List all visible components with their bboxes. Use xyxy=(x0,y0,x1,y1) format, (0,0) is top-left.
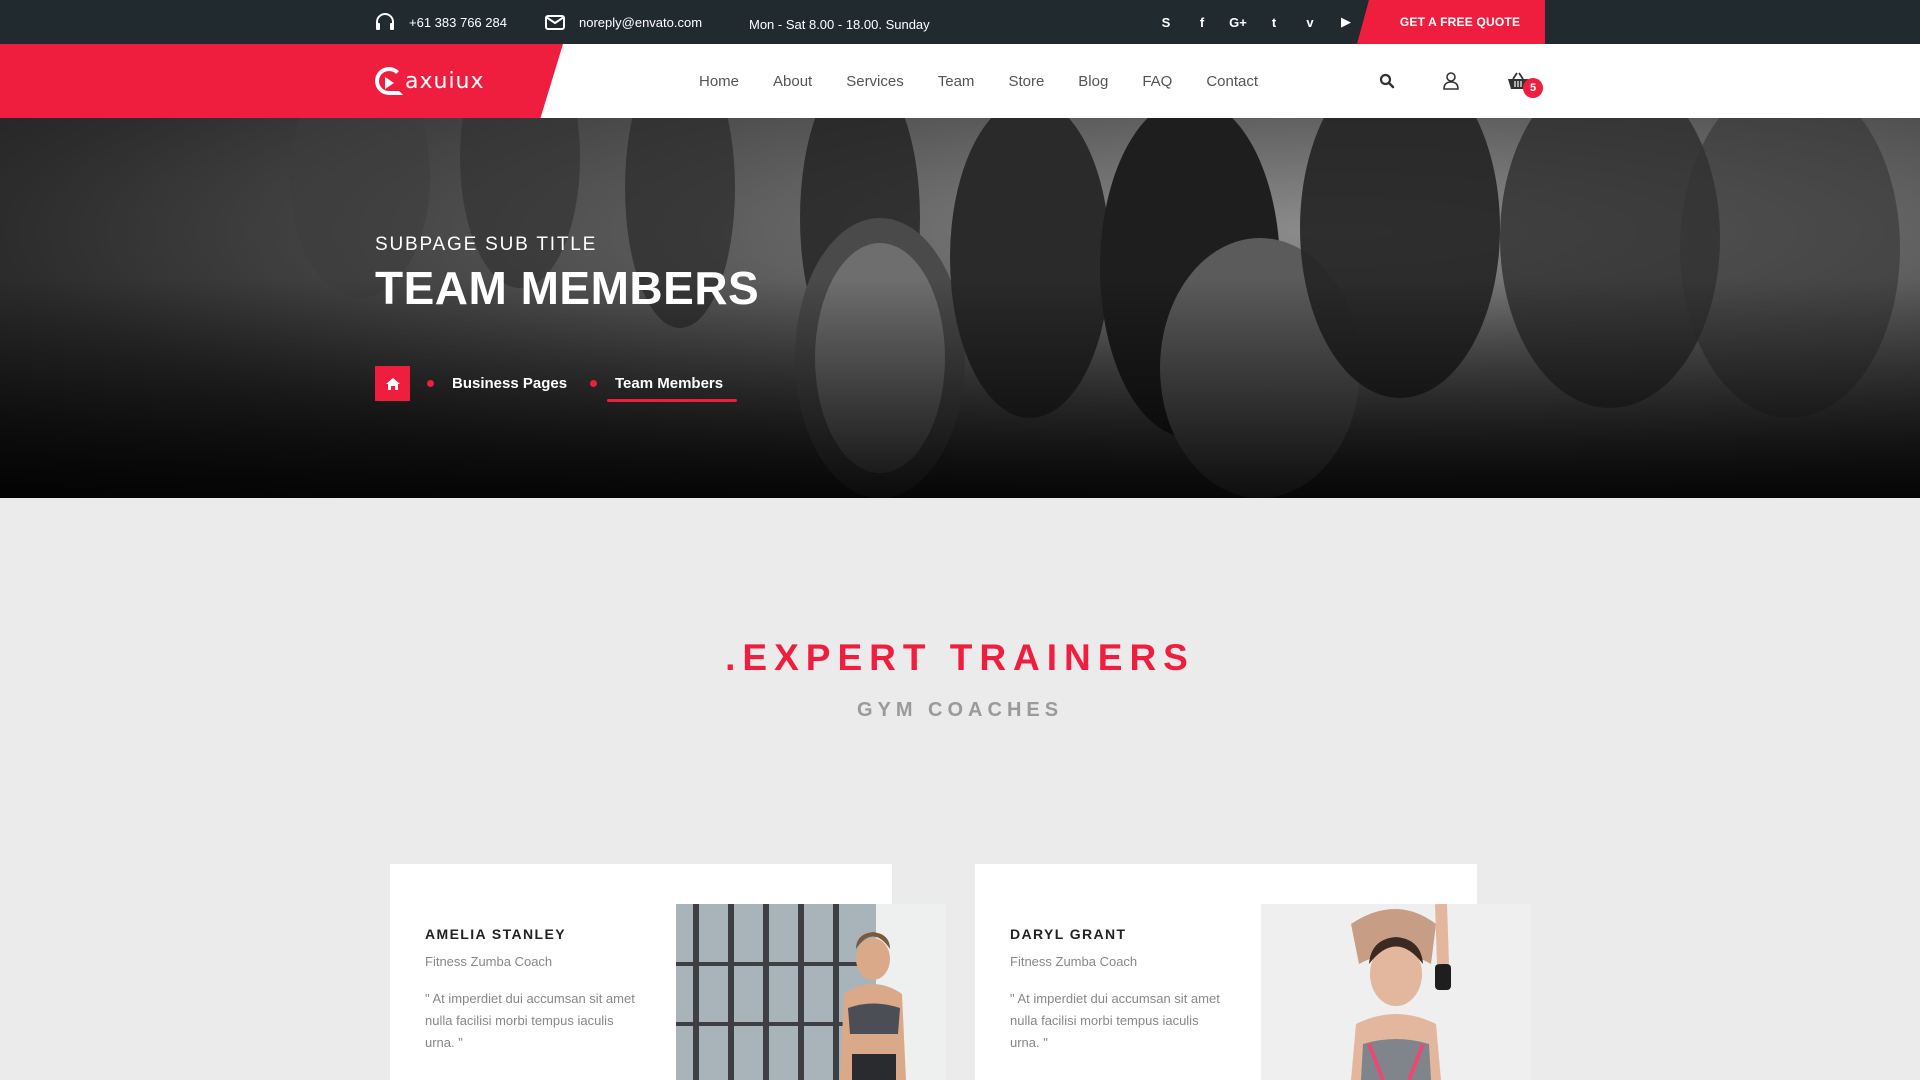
nav-item-contact[interactable]: Contact xyxy=(1206,73,1258,90)
opening-hours: Mon - Sat 8.00 - 18.00. Sunday xyxy=(749,16,930,32)
trainer-quote: " At imperdiet dui accumsan sit amet nul… xyxy=(425,991,635,1050)
home-icon xyxy=(385,377,400,390)
nav-item-faq[interactable]: FAQ xyxy=(1142,73,1172,90)
cart-count-badge: 5 xyxy=(1523,78,1543,98)
social-links: S f G+ t v ▶ xyxy=(1148,0,1364,44)
logo-mark-icon xyxy=(375,67,403,95)
nav-item-about[interactable]: About xyxy=(773,73,812,90)
twitter-icon[interactable]: t xyxy=(1256,0,1292,44)
trainer-role: Fitness Zumba Coach xyxy=(425,954,553,969)
trainer-name: DARYL GRANT xyxy=(1010,926,1127,942)
nav-item-team[interactable]: Team xyxy=(938,73,975,90)
section-title: .EXPERT TRAINERS xyxy=(725,637,1195,678)
breadcrumb-label: Team Members xyxy=(615,375,724,392)
page-hero: SUBPAGE SUB TITLE TEAM MEMBERS Business … xyxy=(0,118,1920,498)
phone-contact[interactable]: +61 383 766 284 xyxy=(375,0,507,44)
section-subtitle: GYM COACHES xyxy=(856,699,1064,721)
free-quote-button[interactable]: GET A FREE QUOTE xyxy=(1357,0,1545,44)
phone-number: +61 383 766 284 xyxy=(409,14,507,30)
breadcrumb-label: Business Pages xyxy=(452,375,568,392)
nav-item-store[interactable]: Store xyxy=(1008,73,1044,90)
user-icon[interactable] xyxy=(1439,69,1463,93)
trainer-quote: " At imperdiet dui accumsan sit amet nul… xyxy=(1010,991,1220,1050)
logo[interactable]: axuiux xyxy=(375,62,485,100)
trainer-photo xyxy=(676,904,946,1080)
google-plus-icon[interactable]: G+ xyxy=(1220,0,1256,44)
breadcrumb-dot xyxy=(427,380,434,387)
skype-icon[interactable]: S xyxy=(1148,0,1184,44)
search-icon[interactable] xyxy=(1375,69,1399,93)
email-address: noreply@envato.com xyxy=(579,14,703,30)
headphones-icon xyxy=(376,13,394,30)
email-contact[interactable]: noreply@envato.com xyxy=(545,0,702,44)
breadcrumb-home[interactable] xyxy=(375,366,410,401)
trainer-role: Fitness Zumba Coach xyxy=(1010,954,1138,969)
trainer-photo xyxy=(1261,904,1531,1080)
page-title: TEAM MEMBERS xyxy=(375,262,760,314)
hero-subtitle: SUBPAGE SUB TITLE xyxy=(375,234,598,255)
nav-item-services[interactable]: Services xyxy=(846,73,904,90)
nav-item-home[interactable]: Home xyxy=(699,73,739,90)
envelope-icon xyxy=(545,14,565,30)
breadcrumb-team-members[interactable]: Team Members xyxy=(590,366,723,401)
breadcrumb-active-underline xyxy=(607,399,737,402)
vimeo-icon[interactable]: v xyxy=(1292,0,1328,44)
logo-text: axuiux xyxy=(405,68,485,94)
breadcrumb-dot xyxy=(590,380,597,387)
main-navigation: axuiux Home About Services Team Store Bl… xyxy=(0,44,1920,118)
youtube-icon[interactable]: ▶ xyxy=(1328,0,1364,44)
nav-menu: Home About Services Team Store Blog FAQ … xyxy=(682,44,1275,118)
trainer-name: AMELIA STANLEY xyxy=(425,926,566,942)
top-bar: +61 383 766 284 noreply@envato.com Mon -… xyxy=(0,0,1920,44)
facebook-icon[interactable]: f xyxy=(1184,0,1220,44)
hero-overlay xyxy=(0,278,1920,498)
breadcrumb-business-pages[interactable]: Business Pages xyxy=(427,366,567,401)
nav-item-blog[interactable]: Blog xyxy=(1078,73,1108,90)
